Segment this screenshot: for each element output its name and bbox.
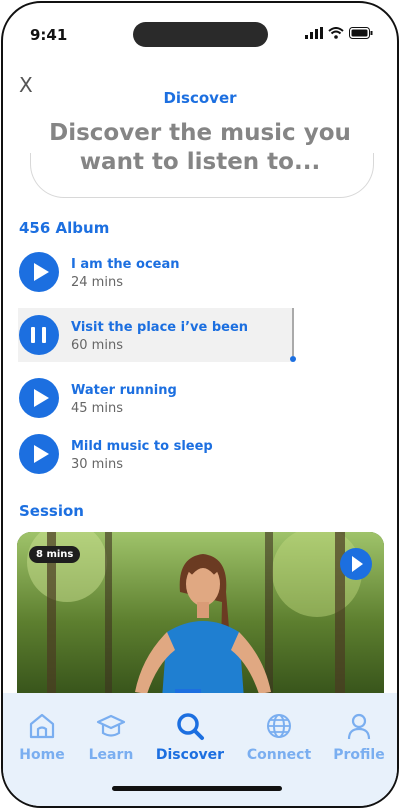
wifi-icon [328,27,344,39]
play-icon [34,389,49,407]
session-play-button[interactable] [340,548,372,580]
search-icon [177,713,204,740]
nav-item-connect[interactable]: Connect [241,711,317,763]
scroll-thumb[interactable] [290,356,296,362]
home-icon [29,713,55,739]
graduation-cap-icon [96,714,126,737]
nav-label: Discover [155,747,225,763]
nav-item-learn[interactable]: Learn [73,711,149,763]
play-icon [352,556,363,572]
album-title: I am the ocean [71,257,180,272]
album-item[interactable]: Water running 45 mins [18,371,292,425]
play-button[interactable] [19,252,59,292]
album-duration: 45 mins [71,401,123,416]
signal-icon [305,27,323,39]
play-icon [34,445,49,463]
album-duration: 30 mins [71,457,123,472]
nav-item-profile[interactable]: Profile [321,711,397,763]
header-arc-divider [30,153,374,198]
globe-icon [267,714,291,738]
battery-icon [349,27,373,39]
session-section-heading: Session [19,502,84,520]
album-item-active[interactable]: Visit the place i’ve been 60 mins [18,308,296,362]
home-indicator [112,786,282,791]
album-duration: 24 mins [71,275,123,290]
nav-item-discover[interactable]: Discover [152,711,228,763]
album-duration: 60 mins [71,338,123,353]
nav-label: Home [19,747,65,763]
play-button[interactable] [19,434,59,474]
play-icon [34,263,49,281]
album-section-heading: 456 Album [19,219,110,237]
phone-frame: 9:41 X Discover Discover the music you w… [1,1,399,808]
nav-label: Learn [88,747,134,763]
album-title: Water running [71,383,177,398]
nav-label: Connect [246,747,312,763]
album-title: Mild music to sleep [71,439,213,454]
scroll-track [292,308,294,356]
album-item[interactable]: Mild music to sleep 30 mins [18,427,292,481]
dynamic-island [133,22,268,47]
album-item[interactable]: I am the ocean 24 mins [18,245,292,299]
active-tab-indicator [175,689,201,693]
nav-label: Profile [333,747,385,763]
nav-item-home[interactable]: Home [4,711,80,763]
status-time: 9:41 [30,26,68,44]
pause-button[interactable] [19,315,59,355]
session-card[interactable]: 8 mins [17,532,384,712]
album-title: Visit the place i’ve been [71,320,249,335]
status-bar: 9:41 [3,3,397,63]
duration-badge: 8 mins [29,546,81,563]
page-title: Discover [163,89,237,107]
user-icon [347,713,371,740]
play-button[interactable] [19,378,59,418]
status-icons [305,27,373,39]
